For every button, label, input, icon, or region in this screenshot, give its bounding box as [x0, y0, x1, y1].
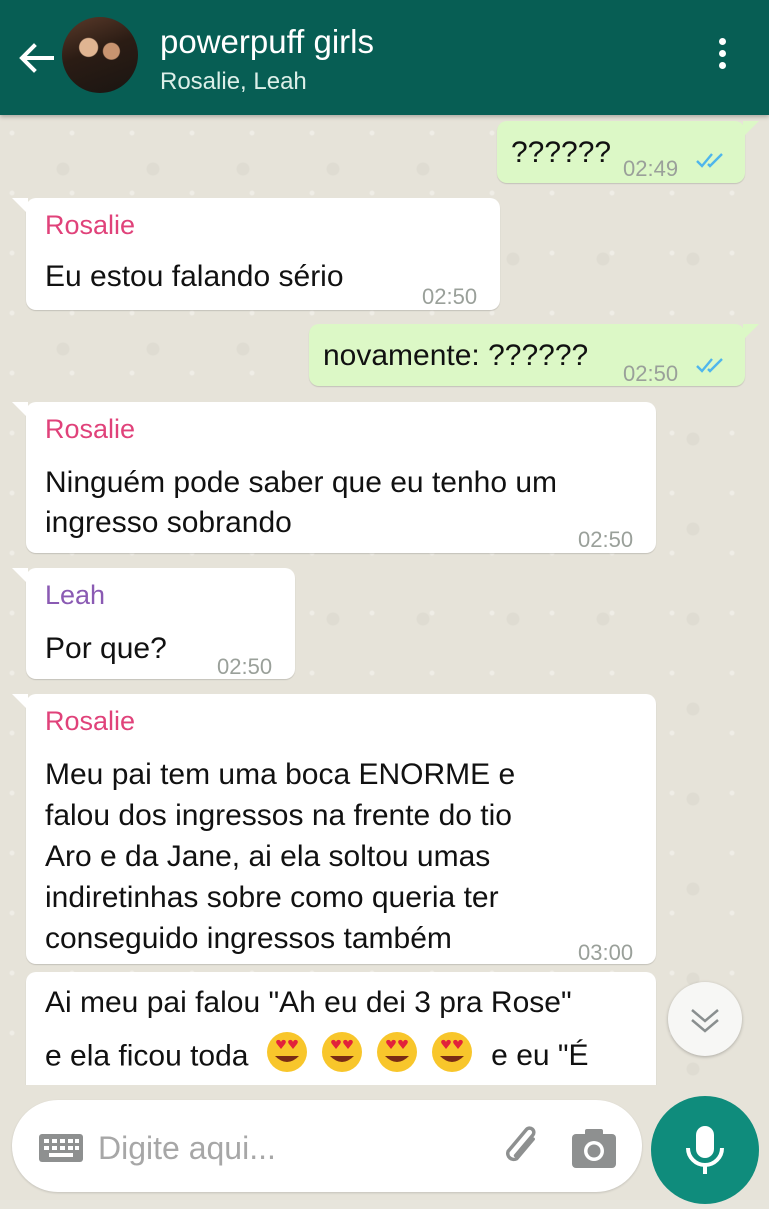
message-input-placeholder: Digite aqui... — [98, 1130, 276, 1166]
message-text-line: Aro e da Jane, ai ela soltou umas — [45, 840, 491, 873]
heart-eyes-emoji — [265, 1030, 475, 1085]
message-text-line: ingresso sobrando — [45, 506, 292, 539]
message-bubble-outgoing[interactable]: ?????? 02:49 — [497, 121, 759, 183]
message-time: 02:50 — [422, 284, 478, 309]
message-bubble-incoming[interactable]: Rosalie Meu pai tem uma boca ENORME e fa… — [12, 694, 656, 965]
message-text: ?????? — [511, 136, 612, 169]
message-text-line: conseguido ingressos também — [45, 922, 452, 955]
message-text: Por que? — [45, 632, 167, 665]
message-time: 02:50 — [217, 654, 273, 679]
message-bubble-incoming[interactable]: Rosalie Eu estou falando sério 02:50 — [12, 198, 500, 310]
chevron-double-down-icon — [691, 1009, 719, 1033]
message-text-line: Meu pai tem uma boca ENORME e — [45, 758, 516, 791]
message-text-line: falou dos ingressos na frente do tio — [45, 799, 512, 832]
chat-participants[interactable]: Rosalie, Leah — [160, 66, 307, 98]
message-time: 02:50 — [578, 527, 634, 552]
message-text: novamente: ?????? — [323, 339, 589, 372]
message-text: Eu estou falando sério — [45, 260, 344, 293]
voice-record-button[interactable] — [651, 1096, 759, 1204]
sender-name: Rosalie — [45, 414, 136, 444]
sender-name: Rosalie — [45, 210, 136, 240]
read-ticks-icon — [696, 358, 723, 373]
chat-header: powerpuff girls Rosalie, Leah — [0, 0, 769, 115]
camera-icon[interactable] — [570, 1126, 618, 1170]
keyboard-icon[interactable] — [38, 1132, 84, 1164]
message-text-line: indiretinhas sobre como queria ter — [45, 881, 499, 914]
sender-name: Leah — [45, 580, 106, 610]
message-bubble-incoming[interactable]: Rosalie Ninguém pode saber que eu tenho … — [12, 402, 656, 553]
message-text-line: Ninguém pode saber que eu tenho um — [45, 466, 558, 499]
message-text-line: e ela ficou toda e eu "É — [45, 1030, 589, 1085]
back-arrow-icon[interactable] — [14, 36, 58, 80]
message-time: 02:50 — [623, 361, 679, 386]
microphone-icon — [686, 1126, 724, 1174]
message-bubble-incoming[interactable]: Leah Por que? 02:50 — [12, 568, 295, 679]
read-ticks-icon — [696, 153, 723, 168]
sender-name: Rosalie — [45, 706, 136, 736]
group-avatar[interactable] — [62, 17, 138, 93]
message-bubble-outgoing[interactable]: novamente: ?????? 02:50 — [309, 324, 759, 386]
more-vertical-icon[interactable] — [710, 38, 734, 78]
message-text-line: Ai meu pai falou "Ah eu dei 3 pra Rose" — [45, 986, 572, 1019]
paperclip-icon[interactable] — [498, 1124, 548, 1174]
chat-title[interactable]: powerpuff girls — [160, 22, 374, 62]
message-time: 02:49 — [623, 156, 679, 181]
message-time: 03:00 — [578, 940, 634, 965]
scroll-to-bottom-button[interactable] — [668, 982, 742, 1056]
